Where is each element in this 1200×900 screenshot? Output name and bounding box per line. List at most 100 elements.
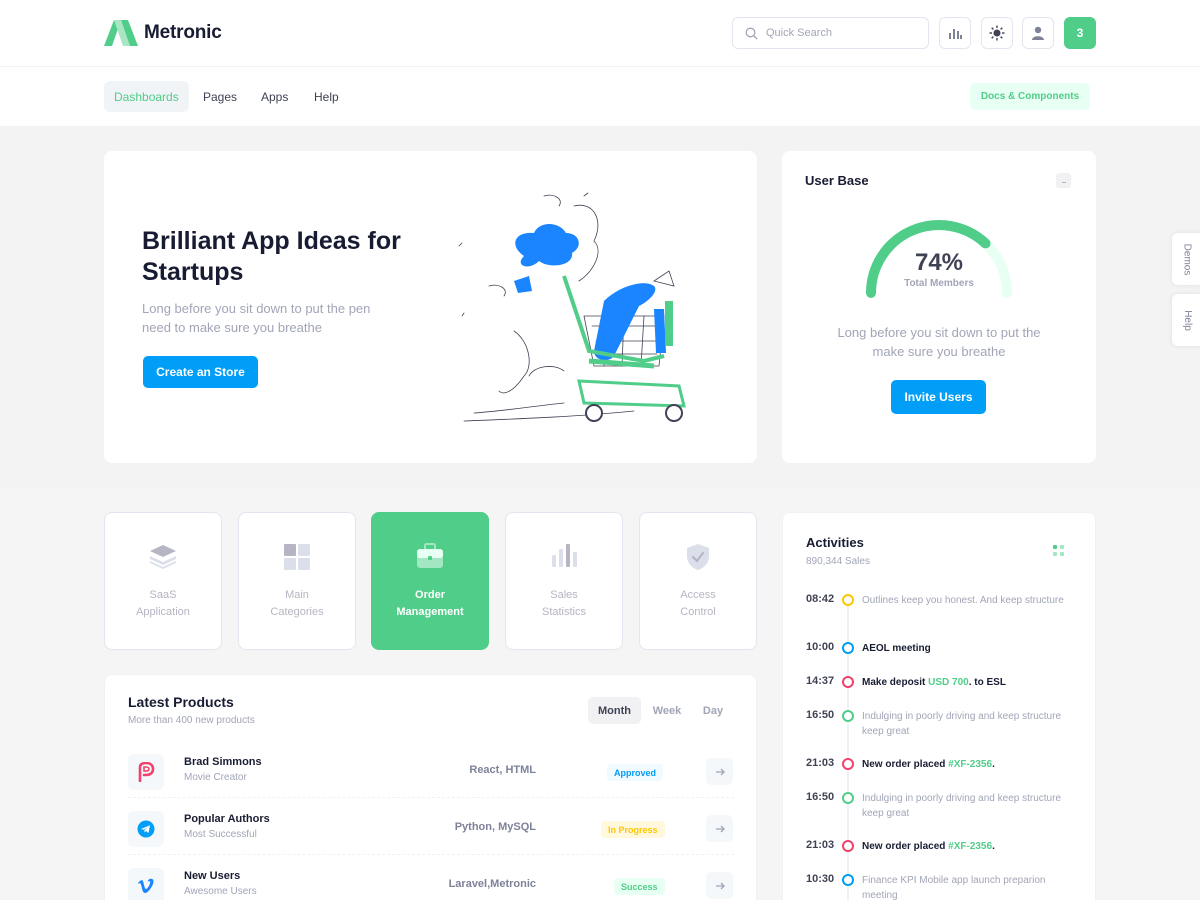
docs-components-button[interactable]: Docs & Components bbox=[970, 83, 1090, 110]
invite-users-button[interactable]: Invite Users bbox=[891, 380, 986, 414]
tile-label-line1: Access bbox=[680, 589, 716, 601]
row-arrow-button[interactable] bbox=[706, 815, 733, 842]
event-time: 16:50 bbox=[806, 791, 835, 803]
user-base-menu-button[interactable]: ... bbox=[1056, 173, 1071, 188]
tile-label-line2: Categories bbox=[270, 606, 324, 618]
activities-card: Activities 890,344 Sales 08:42 Outlines k… bbox=[782, 512, 1096, 900]
event-dot-icon bbox=[842, 676, 854, 688]
tile-label-line1: Sales bbox=[550, 589, 578, 601]
briefcase-icon bbox=[372, 543, 488, 569]
theme-toggle-button[interactable] bbox=[981, 17, 1013, 49]
telegram-icon bbox=[128, 811, 164, 847]
notifications-badge-button[interactable]: 3 bbox=[1064, 17, 1096, 49]
help-side-tab-label: Help bbox=[1181, 309, 1193, 331]
search-icon bbox=[745, 27, 758, 39]
create-store-button[interactable]: Create an Store bbox=[143, 356, 258, 388]
brand-name: Metronic bbox=[144, 22, 222, 43]
table-row[interactable]: New Users Awesome Users Laravel,Metronic… bbox=[128, 862, 734, 900]
tile-label-line1: Order bbox=[415, 589, 445, 601]
layers-icon bbox=[105, 543, 221, 569]
event-text: New order placed #XF-2356. bbox=[862, 841, 995, 852]
shopping-cart-illustration bbox=[458, 192, 686, 422]
nav-item-apps[interactable]: Apps bbox=[251, 81, 298, 112]
event-dot-icon bbox=[842, 874, 854, 886]
arrow-right-icon bbox=[715, 882, 725, 889]
user-base-card: User Base ... 74% Total Members Long bef… bbox=[782, 151, 1096, 463]
hero-title: Brilliant App Ideas for Startups bbox=[142, 227, 401, 286]
dots-menu-icon[interactable] bbox=[1053, 545, 1065, 557]
products-subtitle: More than 400 new products bbox=[128, 715, 255, 726]
tile-label-line1: SaaS bbox=[149, 589, 177, 601]
tab-week[interactable]: Week bbox=[643, 697, 691, 724]
arrow-right-icon bbox=[715, 825, 725, 832]
product-name: Brad Simmons bbox=[184, 756, 262, 768]
top-header: Metronic 3 bbox=[0, 0, 1200, 67]
tile-order-management[interactable]: Order Management bbox=[371, 512, 489, 650]
product-sub: Awesome Users bbox=[184, 886, 257, 897]
event-text: Finance KPI Mobile app launch preparion … bbox=[862, 875, 1046, 900]
event-time: 10:00 bbox=[806, 641, 835, 653]
event-time: 08:42 bbox=[806, 593, 835, 605]
event-time: 16:50 bbox=[806, 709, 835, 721]
row-arrow-button[interactable] bbox=[706, 758, 733, 785]
row-divider bbox=[128, 854, 734, 855]
product-name: New Users bbox=[184, 870, 241, 882]
event-dot-icon bbox=[842, 758, 854, 770]
product-sub: Movie Creator bbox=[184, 772, 247, 783]
nav-item-help[interactable]: Help bbox=[304, 81, 349, 112]
row-divider bbox=[128, 797, 734, 798]
event-time: 14:37 bbox=[806, 675, 835, 687]
activities-subtitle: 890,344 Sales bbox=[806, 556, 870, 567]
product-tech: Python, MySQL bbox=[454, 821, 536, 833]
brand-logo[interactable]: Metronic bbox=[104, 20, 222, 46]
event-time: 10:30 bbox=[806, 873, 835, 885]
help-side-tab[interactable]: Help bbox=[1172, 294, 1200, 346]
sun-icon bbox=[989, 25, 1005, 41]
event-highlight[interactable]: #XF-2356 bbox=[948, 841, 992, 852]
activities-title: Activities bbox=[806, 535, 864, 550]
user-icon bbox=[1032, 26, 1044, 40]
event-highlight[interactable]: USD 700 bbox=[928, 677, 969, 688]
nav-item-pages[interactable]: Pages bbox=[193, 81, 247, 112]
tile-main-categories[interactable]: Main Categories bbox=[238, 512, 356, 650]
tile-saas-application[interactable]: SaaS Application bbox=[104, 512, 222, 650]
arrow-right-icon bbox=[715, 768, 725, 775]
quick-search[interactable] bbox=[732, 17, 929, 49]
event-dot-icon bbox=[842, 594, 854, 606]
row-arrow-button[interactable] bbox=[706, 872, 733, 899]
product-sub: Most Successful bbox=[184, 829, 257, 840]
bar-chart-icon bbox=[949, 29, 962, 39]
event-text: Outlines keep you honest. And keep struc… bbox=[862, 595, 1064, 606]
gauge-label: Total Members bbox=[904, 278, 974, 289]
tab-day[interactable]: Day bbox=[693, 697, 733, 724]
event-text: AEOL meeting bbox=[862, 643, 931, 654]
product-name: Popular Authors bbox=[184, 813, 270, 825]
user-menu-button[interactable] bbox=[1022, 17, 1054, 49]
demos-side-tab[interactable]: Demos bbox=[1172, 233, 1200, 285]
vimeo-icon bbox=[128, 868, 164, 900]
status-badge: In Progress bbox=[601, 821, 665, 838]
chart-icon bbox=[506, 543, 622, 567]
gauge-value: 74% bbox=[914, 249, 964, 276]
event-dot-icon bbox=[842, 642, 854, 654]
user-base-title: User Base bbox=[805, 173, 869, 188]
tile-label-line2: Management bbox=[396, 606, 464, 618]
activity-button[interactable] bbox=[939, 17, 971, 49]
event-text: Make deposit USD 700. to ESL bbox=[862, 677, 1006, 688]
product-tech: React, HTML bbox=[469, 764, 536, 776]
tile-label-line2: Statistics bbox=[541, 606, 586, 618]
products-title: Latest Products bbox=[128, 694, 234, 710]
event-text: New order placed #XF-2356. bbox=[862, 759, 995, 770]
metronic-logo-icon bbox=[104, 20, 138, 46]
tile-sales-statistics[interactable]: Sales Statistics bbox=[505, 512, 623, 650]
tile-label-line1: Main bbox=[285, 589, 309, 601]
event-time: 21:03 bbox=[806, 757, 835, 769]
search-input[interactable] bbox=[766, 27, 916, 39]
event-time: 21:03 bbox=[806, 839, 835, 851]
tile-access-control[interactable]: Access Control bbox=[639, 512, 757, 650]
event-highlight[interactable]: #XF-2356 bbox=[948, 759, 992, 770]
nav-item-dashboards[interactable]: Dashboards bbox=[104, 81, 189, 112]
main-nav: Dashboards Pages Apps Help Docs & Compon… bbox=[0, 67, 1200, 126]
tab-month[interactable]: Month bbox=[588, 697, 641, 724]
demos-side-tab-label: Demos bbox=[1181, 243, 1193, 275]
